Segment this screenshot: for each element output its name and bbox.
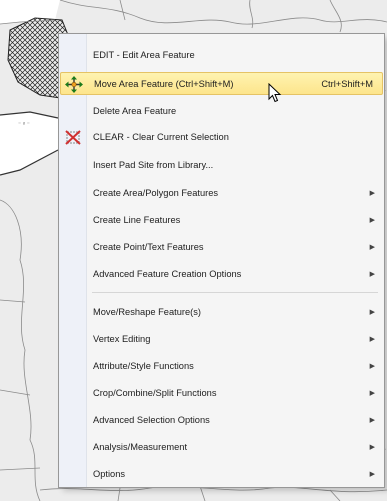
menu-item-shortcut: Ctrl+Shift+M <box>321 79 373 89</box>
submenu-arrow-icon: ▶ <box>369 217 375 224</box>
menu-item-label: Attribute/Style Functions <box>93 361 194 371</box>
menu-item-crop-combine-split[interactable]: Crop/Combine/Split Functions ▶ <box>60 382 383 405</box>
menu-item-analysis-measurement[interactable]: Analysis/Measurement ▶ <box>60 436 383 459</box>
menu-item-label: Create Line Features <box>93 215 181 225</box>
submenu-arrow-icon: ▶ <box>369 390 375 397</box>
submenu-arrow-icon: ▶ <box>369 244 375 251</box>
menu-item-vertex-editing[interactable]: Vertex Editing ▶ <box>60 328 383 351</box>
menu-item-create-line[interactable]: Create Line Features ▶ <box>60 209 383 232</box>
menu-item-label: Vertex Editing <box>93 334 151 344</box>
menu-item-label: Move Area Feature (Ctrl+Shift+M) <box>94 79 234 89</box>
menu-item-label: Crop/Combine/Split Functions <box>93 388 217 398</box>
submenu-arrow-icon: ▶ <box>369 444 375 451</box>
menu-item-label: Create Point/Text Features <box>93 242 204 252</box>
menu-item-insert-pad-site[interactable]: Insert Pad Site from Library... <box>60 154 383 177</box>
submenu-arrow-icon: ▶ <box>369 363 375 370</box>
submenu-arrow-icon: ▶ <box>369 336 375 343</box>
menu-item-label: CLEAR - Clear Current Selection <box>93 132 229 142</box>
menu-item-label: Move/Reshape Feature(s) <box>93 307 201 317</box>
mouse-cursor-icon <box>268 83 282 103</box>
menu-item-advanced-feature-creation[interactable]: Advanced Feature Creation Options ▶ <box>60 263 383 286</box>
submenu-arrow-icon: ▶ <box>369 309 375 316</box>
context-menu: EDIT - Edit Area Feature Move Area Featu… <box>58 33 385 488</box>
menu-item-clear-selection[interactable]: CLEAR - Clear Current Selection <box>60 126 383 149</box>
menu-item-delete-area-feature[interactable]: Delete Area Feature <box>60 100 383 123</box>
move-icon <box>65 76 83 93</box>
menu-item-edit-area-feature[interactable]: EDIT - Edit Area Feature <box>60 44 383 67</box>
menu-item-label: Analysis/Measurement <box>93 442 188 452</box>
menu-item-label: Delete Area Feature <box>93 106 177 116</box>
menu-item-label: Options <box>93 469 126 479</box>
menu-item-options[interactable]: Options ▶ <box>60 463 383 486</box>
clear-selection-icon <box>64 129 82 146</box>
menu-item-attribute-style[interactable]: Attribute/Style Functions ▶ <box>60 355 383 378</box>
menu-item-create-area-polygon[interactable]: Create Area/Polygon Features ▶ <box>60 182 383 205</box>
menu-item-label: Insert Pad Site from Library... <box>93 160 214 170</box>
menu-item-label: EDIT - Edit Area Feature <box>93 50 195 60</box>
menu-item-create-point-text[interactable]: Create Point/Text Features ▶ <box>60 236 383 259</box>
svg-text:⁻ ᵒ ⁻: ⁻ ᵒ ⁻ <box>18 122 30 128</box>
menu-item-advanced-selection[interactable]: Advanced Selection Options ▶ <box>60 409 383 432</box>
submenu-arrow-icon: ▶ <box>369 271 375 278</box>
submenu-arrow-icon: ▶ <box>369 190 375 197</box>
submenu-arrow-icon: ▶ <box>369 417 375 424</box>
menu-item-move-reshape[interactable]: Move/Reshape Feature(s) ▶ <box>60 301 383 324</box>
menu-item-label: Advanced Feature Creation Options <box>93 269 242 279</box>
menu-item-move-area-feature[interactable]: Move Area Feature (Ctrl+Shift+M) Ctrl+Sh… <box>60 72 383 95</box>
menu-separator <box>92 292 378 293</box>
menu-item-label: Create Area/Polygon Features <box>93 188 219 198</box>
submenu-arrow-icon: ▶ <box>369 471 375 478</box>
menu-item-label: Advanced Selection Options <box>93 415 210 425</box>
